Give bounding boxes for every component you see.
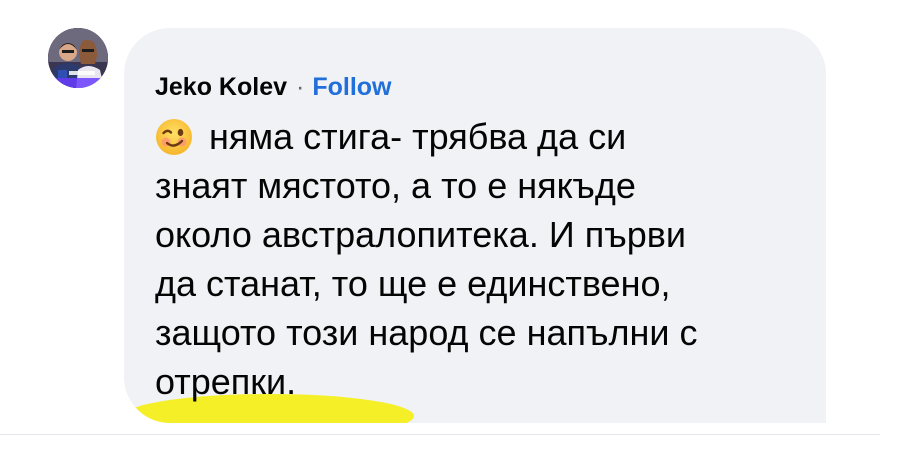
comment-screenshot: Jeko Kolev · Follow няма стига- трябва д…	[0, 0, 906, 476]
comment-header: Jeko Kolev · Follow	[155, 70, 392, 104]
author-name[interactable]: Jeko Kolev	[155, 73, 287, 102]
follow-link[interactable]: Follow	[312, 73, 391, 102]
comment-line: да станат, то ще е единствено,	[155, 263, 671, 304]
comment-bubble: Jeko Kolev · Follow няма стига- трябва д…	[124, 28, 826, 423]
comment-line: няма стига- трябва да си	[155, 112, 815, 161]
comment-line: около австралопитека. И първи	[155, 214, 686, 255]
divider	[0, 434, 880, 435]
separator-dot: ·	[296, 72, 305, 101]
comment-line: защото този народ се напълни с	[155, 312, 698, 353]
comment-line: отрепки.	[155, 361, 297, 402]
avatar-photo	[48, 28, 108, 88]
avatar[interactable]	[48, 28, 108, 88]
winking-face-icon	[155, 118, 193, 156]
comment-line: знаят мястото, а то е някъде	[155, 165, 636, 206]
comment-text: няма стига- трябва да си знаят мястото, …	[155, 112, 815, 406]
